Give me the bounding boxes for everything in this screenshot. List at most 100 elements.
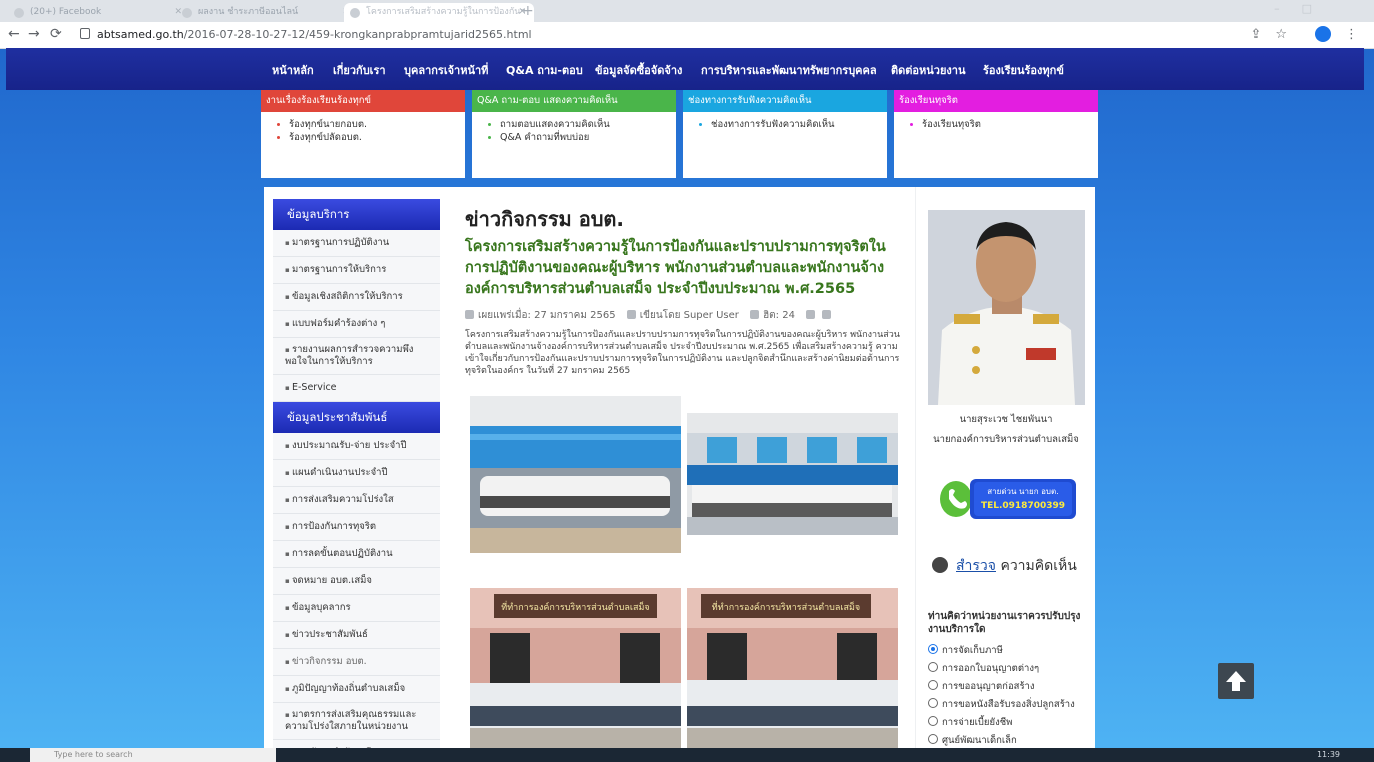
mayor-name: นายสุระเวช ไชยพันนา: [959, 414, 1053, 425]
info-link[interactable]: Q&A คำถามที่พบบ่อย: [500, 131, 676, 144]
hotline-title: สายด่วน นายก อบต.: [987, 487, 1058, 496]
article: ข่าวกิจกรรม อบต. โครงการเสริมสร้างความรู…: [465, 207, 905, 377]
seminar-photo: [687, 413, 898, 535]
email-icon[interactable]: [822, 310, 832, 319]
sidebar-link[interactable]: การป้องกันการทุจริต: [273, 514, 440, 541]
sidebar-link[interactable]: การส่งเสริมความโปร่งใส: [273, 487, 440, 514]
browser-tab[interactable]: ผลงาน ชำระภาษีออนไลน์✕: [176, 3, 358, 22]
info-link[interactable]: ร้องเรียนทุจริต: [922, 118, 1098, 131]
sidebar-link[interactable]: ข่าวประชาสัมพันธ์: [273, 622, 440, 649]
sidebar-link[interactable]: ข้อมูลเชิงสถิติการให้บริการ: [273, 284, 440, 311]
sidebar-link[interactable]: รายงานผลการสำรวจความพึงพอใจในการให้บริกา…: [273, 338, 440, 375]
nav-hr[interactable]: การบริหารและพัฒนาทรัพยากรบุคคล: [701, 61, 877, 79]
radio-selected[interactable]: [928, 644, 938, 654]
sidebar-link[interactable]: ข้อมูลบุคลากร: [273, 595, 440, 622]
sidebar-link[interactable]: มาตรการส่งเสริมคุณธรรมและความโปร่งใสภายใ…: [273, 703, 440, 740]
sidebar-link[interactable]: มาตรฐานการให้บริการ: [273, 257, 440, 284]
nav-qa[interactable]: Q&A ถาม-ตอบ: [506, 61, 583, 79]
info-box-feedback: ช่องทางการรับฟังความคิดเห็น ช่องทางการรั…: [683, 90, 887, 178]
poll-option[interactable]: การขออนุญาตก่อสร้าง: [928, 679, 1035, 694]
radio[interactable]: [928, 734, 938, 744]
share-icon[interactable]: ⇪: [1250, 27, 1261, 42]
nav-procurement[interactable]: ข้อมูลจัดซื้อจัดจ้าง: [595, 61, 682, 79]
calendar-icon: [465, 310, 474, 319]
article-meta: เผยแพร่เมื่อ: 27 มกราคม 2565 เขียนโดย Su…: [465, 308, 905, 323]
poll-option[interactable]: การขอหนังสือรับรองสิ่งปลูกสร้าง: [928, 697, 1075, 712]
meeting-hall-photo: [470, 396, 681, 553]
user-icon: [626, 310, 636, 319]
survey-icon: [932, 557, 948, 573]
radio[interactable]: [928, 698, 938, 708]
bookmark-star-icon[interactable]: ☆: [1275, 27, 1287, 42]
info-link[interactable]: ร้องทุกข์นายกอบต.: [289, 118, 465, 131]
sidebar-link[interactable]: งบประมาณรับ-จ่าย ประจำปี: [273, 433, 440, 460]
page-title: ข่าวกิจกรรม อบต.: [465, 207, 624, 231]
info-box-title: ร้องเรียนทุจริต: [894, 90, 1098, 112]
mayor-portrait: [928, 210, 1085, 405]
content-panel: ข้อมูลบริการ มาตรฐานการปฏิบัติงาน มาตรฐา…: [264, 187, 1095, 762]
facebook-icon: [14, 8, 24, 18]
radio[interactable]: [928, 716, 938, 726]
info-box-qa: Q&A ถาม-ตอบ แสดงความคิดเห็น ถามตอบแสดงคว…: [472, 90, 676, 178]
survey-heading: สำรวจ ความคิดเห็น: [932, 555, 1077, 577]
survey-suffix: ความคิดเห็น: [1000, 558, 1077, 574]
poll-option[interactable]: การจ่ายเบี้ยยังชีพ: [928, 715, 1012, 730]
back-to-top-button[interactable]: [1218, 663, 1254, 699]
back-icon[interactable]: ←: [8, 26, 20, 42]
hits-icon: [750, 310, 760, 319]
survey-link[interactable]: สำรวจ: [956, 558, 996, 574]
window-controls[interactable]: –□: [1274, 2, 1334, 15]
info-link[interactable]: ถามตอบแสดงความคิดเห็น: [500, 118, 676, 131]
info-link[interactable]: ร้องทุกข์ปลัดอบต.: [289, 131, 465, 144]
left-sidebar: ข้อมูลบริการ มาตรฐานการปฏิบัติงาน มาตรฐา…: [273, 199, 440, 762]
right-sidebar: นายสุระเวช ไชยพันนา นายกองค์การบริหารส่ว…: [915, 187, 1095, 762]
author: เขียนโดย Super User: [639, 310, 739, 321]
nav-contact[interactable]: ติดต่อหน่วยงาน: [891, 61, 966, 79]
browser-tab-active[interactable]: โครงการเสริมสร้างความรู้ในการป้องกันฯ ✕: [344, 3, 534, 22]
office-group-photo: ที่ทำการองค์การบริหารส่วนตำบลเสม็จ: [687, 588, 898, 762]
sidebar-link-active[interactable]: ข่าวกิจกรรม อบต.: [273, 649, 440, 676]
sidebar-link[interactable]: แผนดำเนินงานประจำปี: [273, 460, 440, 487]
radio[interactable]: [928, 662, 938, 672]
tab-label: (20+) Facebook: [30, 7, 102, 17]
sidebar-link[interactable]: จดหมาย อบต.เสม็จ: [273, 568, 440, 595]
new-tab-button[interactable]: +: [522, 3, 534, 19]
taskbar-clock: 11:39: [1316, 750, 1340, 759]
poll-option[interactable]: การจัดเก็บภาษี: [928, 643, 1003, 658]
sidebar-link[interactable]: E-Service: [273, 375, 440, 402]
activity-photo[interactable]: [687, 413, 898, 535]
forward-icon[interactable]: →: [28, 26, 40, 42]
arrow-up-icon: [1226, 671, 1246, 691]
article-headline[interactable]: โครงการเสริมสร้างความรู้ในการป้องกันและป…: [465, 237, 905, 300]
sidebar-link[interactable]: ภูมิปัญญาท้องถิ่นตำบลเสม็จ: [273, 676, 440, 703]
poll-option[interactable]: ศูนย์พัฒนาเด็กเล็ก: [928, 733, 1017, 748]
radio[interactable]: [928, 680, 938, 690]
activity-photo[interactable]: [470, 396, 681, 553]
nav-staff[interactable]: บุคลากรเจ้าหน้าที่: [404, 61, 488, 79]
tab-label: โครงการเสริมสร้างความรู้ในการป้องกันฯ: [366, 7, 526, 17]
sidebar-link[interactable]: แบบฟอร์มคำร้องต่าง ๆ: [273, 311, 440, 338]
taskbar-search[interactable]: Type here to search: [30, 748, 276, 762]
mayor-position: นายกองค์การบริหารส่วนตำบลเสม็จ: [933, 434, 1079, 445]
nav-about[interactable]: เกี่ยวกับเรา: [333, 61, 386, 79]
sidebar-section-title: ข้อมูลบริการ: [273, 199, 440, 230]
hotline-banner[interactable]: สายด่วน นายก อบต. TEL.0918700399: [938, 477, 1078, 521]
site-navigation: หน้าหลัก เกี่ยวกับเรา บุคลากรเจ้าหน้าที่…: [6, 48, 1364, 90]
info-link[interactable]: ช่องทางการรับฟังความคิดเห็น: [711, 118, 887, 131]
reload-icon[interactable]: ⟳: [50, 26, 62, 42]
nav-home[interactable]: หน้าหลัก: [272, 61, 314, 79]
sidebar-link[interactable]: การลดขั้นตอนปฏิบัติงาน: [273, 541, 440, 568]
print-icon[interactable]: [806, 310, 816, 319]
poll-question: ท่านคิดว่าหน่วยงานเราควรปรับปรุงงานบริกา…: [928, 611, 1081, 635]
activity-photo[interactable]: ที่ทำการองค์การบริหารส่วนตำบลเสม็จ: [687, 588, 898, 762]
sidebar-link[interactable]: มาตรฐานการปฏิบัติงาน: [273, 230, 440, 257]
published-date: เผยแพร่เมื่อ: 27 มกราคม 2565: [478, 310, 616, 321]
office-group-photo: ที่ทำการองค์การบริหารส่วนตำบลเสม็จ: [470, 588, 681, 762]
poll-option[interactable]: การออกใบอนุญาตต่างๆ: [928, 661, 1039, 676]
activity-photo[interactable]: ที่ทำการองค์การบริหารส่วนตำบลเสม็จ: [470, 588, 681, 762]
browser-tab[interactable]: (20+) Facebook ✕: [8, 3, 190, 22]
menu-icon[interactable]: ⋮: [1345, 27, 1358, 42]
nav-complaint[interactable]: ร้องเรียนร้องทุกข์: [983, 61, 1064, 79]
url-field[interactable]: abtsamed.go.th/2016-07-28-10-27-12/459-k…: [80, 28, 532, 41]
profile-avatar[interactable]: [1315, 26, 1331, 42]
